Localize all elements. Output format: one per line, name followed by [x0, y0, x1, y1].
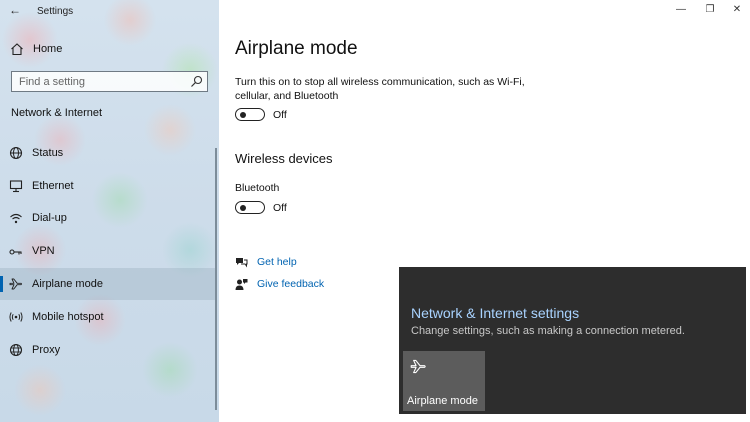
- home-label: Home: [33, 43, 63, 55]
- toggle-knob: [240, 204, 246, 211]
- sidebar-item-airplane-mode[interactable]: Airplane mode: [0, 268, 216, 300]
- sidebar-item-proxy[interactable]: Proxy: [0, 334, 216, 366]
- home-nav-item[interactable]: Home: [0, 38, 219, 62]
- get-help-label: Get help: [257, 256, 297, 268]
- network-settings-link[interactable]: Network & Internet settings: [411, 305, 579, 321]
- airplane-icon: [9, 278, 22, 290]
- airplane-mode-toggle[interactable]: [235, 108, 265, 121]
- network-flyout: Network & Internet settings Change setti…: [399, 267, 746, 414]
- proxy-icon: [9, 343, 23, 357]
- wireless-devices-heading: Wireless devices: [235, 151, 333, 166]
- sidebar: ← Settings Home Network & Internet Statu…: [0, 0, 219, 422]
- vpn-icon: [9, 249, 22, 255]
- sidebar-item-label: Status: [32, 147, 64, 159]
- bluetooth-label: Bluetooth: [235, 182, 280, 194]
- sidebar-item-dialup[interactable]: Dial-up: [0, 202, 216, 234]
- get-help-link[interactable]: Get help: [235, 255, 335, 271]
- search-icon[interactable]: [190, 75, 203, 88]
- title-bar: ← Settings: [0, 0, 219, 22]
- dialup-icon: [10, 213, 22, 224]
- toggle-knob: [240, 111, 246, 118]
- sidebar-item-ethernet[interactable]: Ethernet: [0, 170, 216, 202]
- sidebar-item-label: Ethernet: [32, 180, 74, 192]
- sidebar-item-label: Airplane mode: [32, 278, 103, 290]
- bluetooth-toggle[interactable]: [235, 201, 265, 214]
- sidebar-item-label: VPN: [32, 245, 55, 257]
- back-button[interactable]: ←: [8, 3, 22, 17]
- sidebar-item-mobile-hotspot[interactable]: Mobile hotspot: [0, 301, 216, 333]
- airplane-mode-state: Off: [273, 109, 287, 121]
- search-input[interactable]: [19, 75, 179, 89]
- give-feedback-label: Give feedback: [257, 278, 325, 290]
- hotspot-icon: [9, 312, 23, 322]
- give-feedback-link[interactable]: Give feedback: [235, 277, 335, 293]
- sidebar-scrollbar[interactable]: [215, 148, 217, 410]
- restore-button[interactable]: ❐: [703, 4, 717, 16]
- section-heading: Network & Internet: [11, 107, 103, 119]
- minimize-button[interactable]: —: [674, 4, 688, 16]
- home-icon: [11, 43, 23, 56]
- close-button[interactable]: ✕: [730, 4, 744, 16]
- ethernet-icon: [9, 180, 23, 193]
- sidebar-item-label: Proxy: [32, 344, 61, 356]
- airplane-mode-tile[interactable]: Airplane mode: [403, 351, 485, 411]
- sidebar-item-label: Mobile hotspot: [32, 311, 104, 323]
- page-title: Airplane mode: [235, 38, 358, 59]
- search-box[interactable]: [11, 71, 208, 92]
- feedback-icon: [235, 279, 248, 290]
- sidebar-item-label: Dial-up: [32, 212, 67, 224]
- airplane-icon: [410, 359, 426, 374]
- airplane-mode-tile-label: Airplane mode: [407, 395, 478, 407]
- app-title: Settings: [37, 6, 74, 17]
- bluetooth-state: Off: [273, 202, 287, 214]
- sidebar-item-status[interactable]: Status: [0, 137, 216, 169]
- sidebar-item-vpn[interactable]: VPN: [0, 235, 216, 267]
- network-settings-description: Change settings, such as making a connec…: [411, 325, 685, 337]
- airplane-mode-description: Turn this on to stop all wireless commun…: [235, 76, 525, 102]
- status-icon: [9, 146, 23, 160]
- help-icon: [236, 258, 248, 268]
